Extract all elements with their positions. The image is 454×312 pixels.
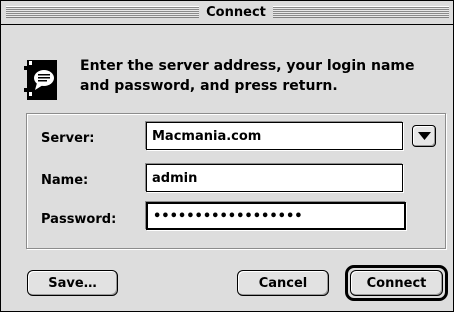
title-bar-stripes-left: [6, 6, 199, 18]
name-label: Name:: [41, 173, 89, 188]
server-dropdown-button[interactable]: [412, 125, 436, 147]
password-label: Password:: [41, 212, 117, 227]
title-bar[interactable]: Connect: [1, 1, 453, 25]
triangle-down-icon: [418, 132, 431, 140]
title-bar-stripes-right: [273, 6, 449, 18]
instruction-text: Enter the server address, your login nam…: [80, 58, 415, 94]
server-label: Server:: [41, 131, 95, 146]
password-field[interactable]: [146, 202, 406, 230]
cancel-button[interactable]: Cancel: [237, 270, 329, 296]
server-connect-icon: [23, 58, 61, 102]
save-button[interactable]: Save…: [27, 270, 118, 296]
name-field[interactable]: [146, 164, 403, 192]
connect-dialog: Connect Enter the server address, your l…: [0, 0, 454, 312]
window-title: Connect: [199, 4, 273, 22]
connect-button[interactable]: Connect: [350, 270, 443, 296]
server-field[interactable]: [146, 122, 403, 150]
